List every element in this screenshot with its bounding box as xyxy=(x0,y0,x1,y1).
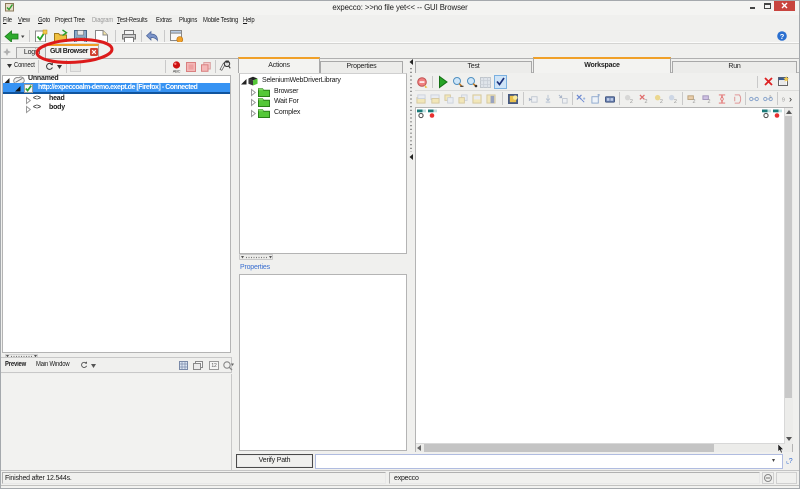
svg-text:?: ? xyxy=(780,32,785,41)
svg-text:2: 2 xyxy=(644,99,647,105)
svg-text:2: 2 xyxy=(660,99,663,105)
svg-text:2: 2 xyxy=(674,99,677,105)
svg-text:ABC: ABC xyxy=(173,69,181,74)
svg-text:2: 2 xyxy=(630,99,633,105)
svg-text:2: 2 xyxy=(707,99,710,105)
svg-text:9: 9 xyxy=(782,97,785,103)
svg-text:2: 2 xyxy=(692,99,695,105)
